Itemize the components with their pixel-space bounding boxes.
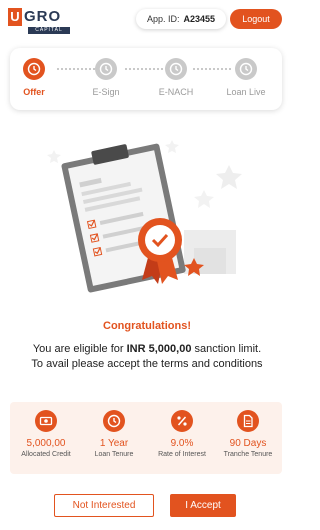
detail-allocated-credit: 5,000,00 Allocated Credit: [12, 410, 80, 458]
clock-icon: [95, 58, 117, 80]
clock-icon: [103, 410, 125, 432]
detail-label: Allocated Credit: [21, 451, 71, 458]
clipboard-award-illustration: [47, 140, 242, 293]
detail-value: 9.0%: [170, 438, 194, 449]
app-header: U GRO CAPITAL App. ID: A23455 Logout: [0, 0, 294, 40]
clock-icon: [235, 58, 257, 80]
step-label: Offer: [23, 87, 45, 97]
clock-icon: [165, 58, 187, 80]
step-label: E-NACH: [158, 87, 194, 97]
step-label: Loan Live: [226, 87, 266, 97]
detail-label: Loan Tenure: [94, 451, 134, 458]
offer-amount: INR 5,000,00: [126, 343, 192, 355]
not-interested-button[interactable]: Not Interested: [54, 494, 154, 517]
logo-sub: CAPITAL: [28, 27, 70, 34]
detail-value: 1 Year: [99, 438, 129, 449]
detail-value: 90 Days: [229, 438, 267, 449]
step-esign[interactable]: E-Sign: [76, 58, 136, 97]
clock-icon: [23, 58, 45, 80]
logout-button[interactable]: Logout: [230, 9, 282, 29]
detail-label: Rate of Interest: [158, 451, 206, 458]
step-loan-live[interactable]: Loan Live: [216, 58, 276, 97]
step-offer[interactable]: Offer: [4, 58, 64, 97]
detail-loan-tenure: 1 Year Loan Tenure: [80, 410, 148, 458]
ugro-logo: U GRO CAPITAL: [8, 8, 70, 36]
percent-icon: [171, 410, 193, 432]
detail-tranche-tenure: 90 Days Tranche Tenure: [214, 410, 282, 458]
document-icon: [237, 410, 259, 432]
offer-text-before: You are eligible for: [32, 343, 127, 355]
detail-value: 5,000,00: [26, 438, 66, 449]
app-id-label: App. ID:: [146, 14, 180, 24]
step-enach[interactable]: E-NACH: [146, 58, 206, 97]
logo-text: GRO: [24, 8, 62, 25]
offer-description: You are eligible for INR 5,000,00 sancti…: [30, 342, 264, 372]
money-icon: [35, 410, 57, 432]
congrats-heading: Congratulations!: [103, 320, 191, 332]
step-label: E-Sign: [92, 87, 120, 97]
accept-button[interactable]: I Accept: [170, 494, 236, 517]
detail-rate-of-interest: 9.0% Rate of Interest: [148, 410, 216, 458]
app-id-value: A23455: [183, 14, 216, 24]
logo-letter: U: [8, 8, 22, 26]
detail-label: Tranche Tenure: [223, 451, 273, 458]
app-id-badge: App. ID: A23455: [136, 9, 226, 29]
progress-stepper: Offer E-Sign E-NACH Loan Live: [10, 48, 282, 110]
loan-details: 5,000,00 Allocated Credit 1 Year Loan Te…: [10, 402, 282, 474]
